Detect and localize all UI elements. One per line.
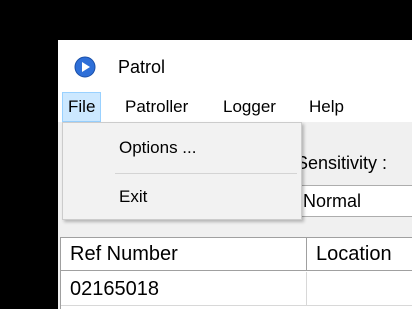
- menu-item-options[interactable]: Options ...: [63, 128, 301, 168]
- menu-help[interactable]: Help: [304, 92, 349, 122]
- data-grid[interactable]: Ref Number Location 02165018: [60, 237, 412, 309]
- menu-file[interactable]: File: [62, 92, 102, 122]
- column-header-ref-number[interactable]: Ref Number: [61, 238, 307, 271]
- menu-item-exit[interactable]: Exit: [63, 177, 301, 217]
- menu-patroller[interactable]: Patroller: [120, 92, 193, 122]
- menu-logger[interactable]: Logger: [218, 92, 281, 122]
- file-menu-dropdown: Options ... Exit: [62, 122, 302, 220]
- column-header-location[interactable]: Location: [307, 238, 412, 271]
- table-cell-ref-number[interactable]: 02165018: [61, 272, 307, 306]
- sensitivity-value: Normal: [303, 191, 362, 211]
- sensitivity-select[interactable]: Normal: [290, 185, 412, 217]
- table-cell-location[interactable]: [307, 272, 412, 306]
- menu-bar: File Patroller Logger Help: [58, 92, 412, 122]
- menu-separator: [115, 173, 297, 174]
- title-bar: Patrol: [58, 40, 412, 92]
- window-title: Patrol: [118, 57, 166, 77]
- sensitivity-label: Sensitivity :: [296, 153, 388, 173]
- play-circle-icon: [74, 56, 96, 78]
